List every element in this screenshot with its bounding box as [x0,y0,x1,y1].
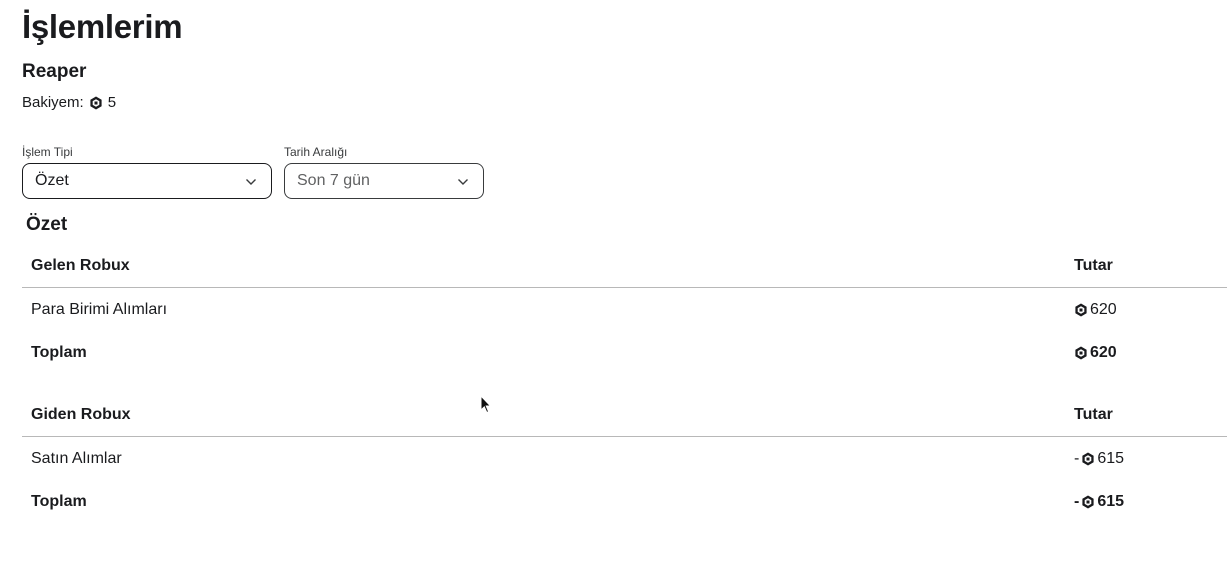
total-amount: 620 [1074,344,1117,362]
table-row: Satın Alımlar - 615 [22,437,1227,480]
row-amount: 620 [1074,301,1117,319]
robux-icon [89,96,103,110]
total-row: Toplam 620 [22,331,1227,374]
transaction-type-select[interactable]: Özet [22,163,272,199]
row-label: Para Birimi Alımları [31,300,168,318]
total-label: Toplam [31,492,87,510]
robux-icon [1074,346,1088,360]
date-range-select[interactable]: Son 7 gün [284,163,484,199]
robux-icon [1081,495,1095,509]
amount-value: 615 [1097,449,1125,467]
incoming-robux-table: Gelen Robux Tutar Para Birimi Alımları 6… [22,244,1227,374]
balance-value: 5 [107,94,117,111]
row-label: Satın Alımlar [31,449,122,467]
amount-value: 615 [1097,492,1125,510]
total-amount: - 615 [1074,493,1124,511]
mouse-cursor-icon [480,394,492,414]
row-amount: - 615 [1074,450,1124,468]
page-title: İşlemlerim [22,8,183,45]
username: Reaper [22,61,87,82]
balance-label: Bakiyem: [22,94,84,111]
negative-sign: - [1074,449,1080,467]
chevron-down-icon [457,175,469,187]
table-header-row: Giden Robux Tutar [22,393,1227,437]
date-range-value: Son 7 gün [297,172,370,189]
outgoing-header: Giden Robux [31,405,131,423]
summary-title: Özet [26,214,68,235]
total-label: Toplam [31,343,87,361]
negative-sign: - [1074,492,1080,510]
date-range-label: Tarih Aralığı [284,145,348,159]
amount-value: 620 [1090,300,1117,318]
transaction-type-label: İşlem Tipi [22,145,73,159]
total-row: Toplam - 615 [22,480,1227,523]
transaction-type-value: Özet [35,172,69,189]
amount-header: Tutar [1074,256,1113,274]
table-row: Para Birimi Alımları 620 [22,288,1227,331]
robux-icon [1081,452,1095,466]
chevron-down-icon [245,175,257,187]
table-header-row: Gelen Robux Tutar [22,244,1227,288]
balance: Bakiyem: 5 [22,94,116,111]
amount-value: 620 [1090,343,1117,361]
outgoing-robux-table: Giden Robux Tutar Satın Alımlar - 615 To… [22,393,1227,523]
incoming-header: Gelen Robux [31,256,130,274]
robux-icon [1074,303,1088,317]
amount-header: Tutar [1074,405,1113,423]
